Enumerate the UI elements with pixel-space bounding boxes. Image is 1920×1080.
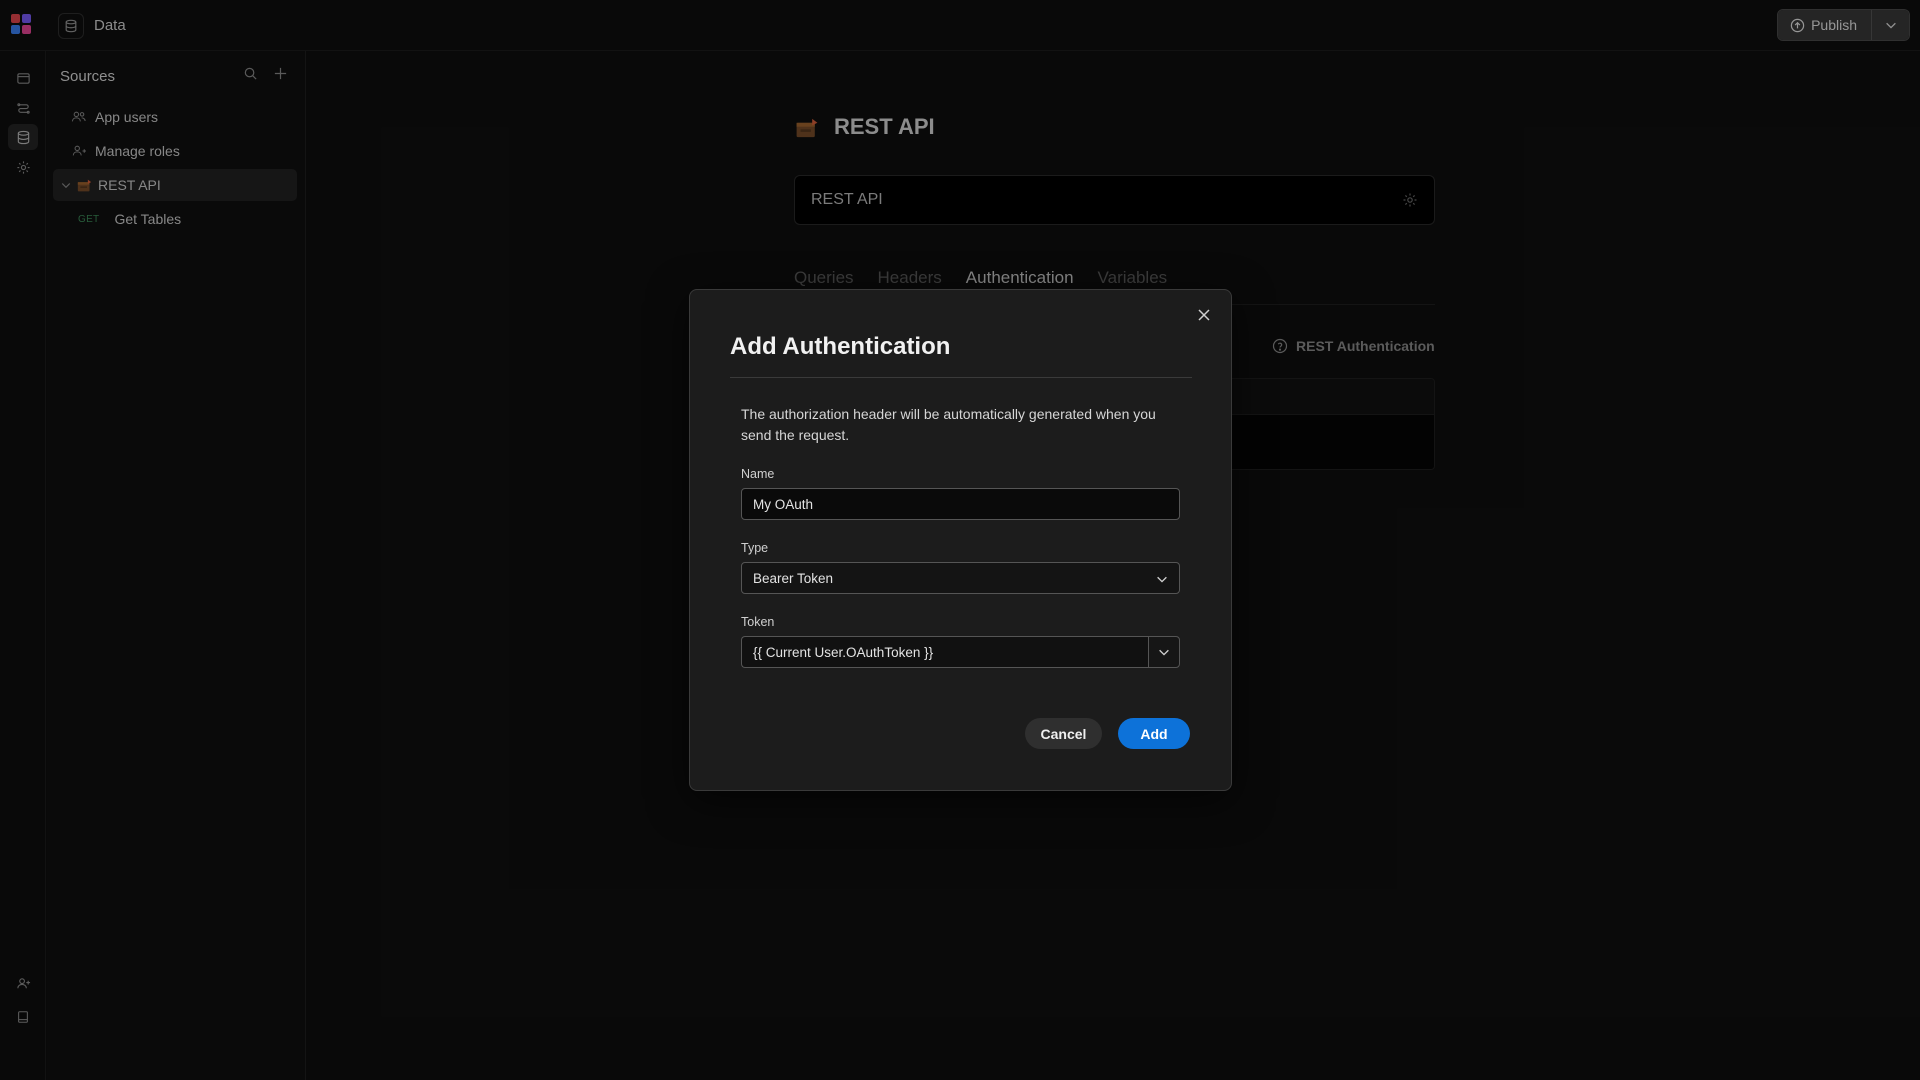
dialog-description: The authorization header will be automat…: [741, 406, 1156, 443]
cancel-button[interactable]: Cancel: [1025, 718, 1102, 749]
type-label: Type: [741, 541, 769, 555]
type-value: Bearer Token: [753, 570, 834, 586]
name-label: Name: [741, 467, 775, 481]
name-field[interactable]: My OAuth: [741, 488, 1180, 520]
app-root: Data Publish Sources App users Manage ro…: [0, 0, 1920, 1080]
name-value: My OAuth: [753, 496, 814, 512]
type-select[interactable]: Bearer Token: [741, 562, 1180, 594]
dialog-divider: [730, 377, 1192, 378]
add-authentication-dialog: Add Authentication The authorization hea…: [689, 289, 1232, 791]
token-input[interactable]: {{ Current User.OAuthToken }}: [741, 636, 1148, 668]
dialog-title: Add Authentication: [730, 333, 951, 360]
token-label: Token: [741, 615, 775, 629]
chevron-down-icon: [1155, 572, 1169, 589]
token-field-group: {{ Current User.OAuthToken }}: [741, 636, 1180, 668]
add-button[interactable]: Add: [1118, 718, 1190, 749]
close-icon[interactable]: [1193, 304, 1215, 326]
token-value: {{ Current User.OAuthToken }}: [753, 644, 934, 660]
token-options-button[interactable]: [1148, 636, 1180, 668]
chevron-down-icon: [1159, 649, 1169, 656]
